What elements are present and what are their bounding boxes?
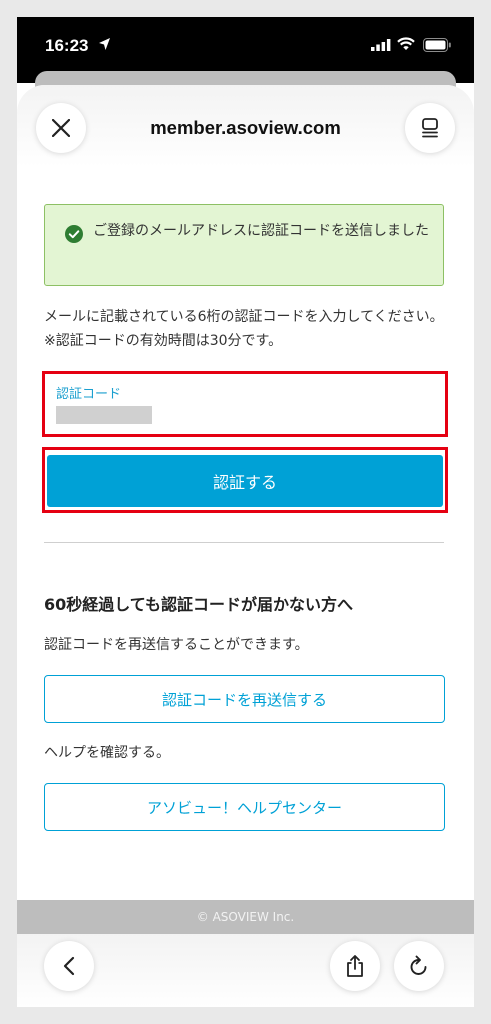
browser-sheet: member.asoview.com ご登録のメールアドレスに認証コードを送信し… [17, 85, 474, 1007]
chevron-left-icon [63, 956, 75, 976]
close-button[interactable] [36, 103, 86, 153]
alert-message: ご登録のメールアドレスに認証コードを送信しました [93, 223, 429, 239]
resend-heading: 60秒経過しても認証コードが届かない方へ [44, 595, 353, 614]
reload-icon [410, 955, 427, 975]
status-time: 16:23 [45, 36, 89, 55]
url-bar[interactable]: member.asoview.com [97, 117, 394, 139]
tabs-icon [422, 118, 438, 138]
help-center-button[interactable]: アソビュー！ヘルプセンター [44, 783, 445, 831]
phone-screen: 16:23 member.asoview.com ご登録のメールアドレスに認証コ… [17, 17, 474, 1007]
back-button[interactable] [44, 941, 94, 991]
resend-description: 認証コードを再送信することができます。 [44, 637, 309, 653]
reload-button[interactable] [394, 941, 444, 991]
location-arrow-icon [99, 38, 110, 50]
check-circle-icon [65, 225, 83, 243]
help-text: ヘルプを確認する。 [44, 745, 170, 761]
resend-code-button[interactable]: 認証コードを再送信する [44, 675, 445, 723]
verify-button[interactable]: 認証する [47, 455, 443, 507]
wifi-icon [397, 37, 415, 50]
browser-bottom-bar [17, 934, 474, 1007]
cellular-signal-icon [371, 39, 391, 51]
footer-copyright: © ASOVIEW Inc. [17, 900, 474, 934]
share-button[interactable] [330, 941, 380, 991]
share-icon [347, 955, 363, 977]
divider [44, 542, 444, 543]
close-icon [52, 119, 70, 137]
tab-overview-button[interactable] [405, 103, 455, 153]
battery-icon [423, 38, 451, 52]
code-value-redacted[interactable] [56, 406, 152, 424]
success-alert: ご登録のメールアドレスに認証コードを送信しました [44, 204, 444, 286]
verification-code-field[interactable]: 認証コード [42, 371, 448, 437]
code-field-label: 認証コード [56, 387, 122, 402]
instruction-text: メールに記載されている6桁の認証コードを入力してください。※認証コードの有効時間… [44, 309, 444, 349]
